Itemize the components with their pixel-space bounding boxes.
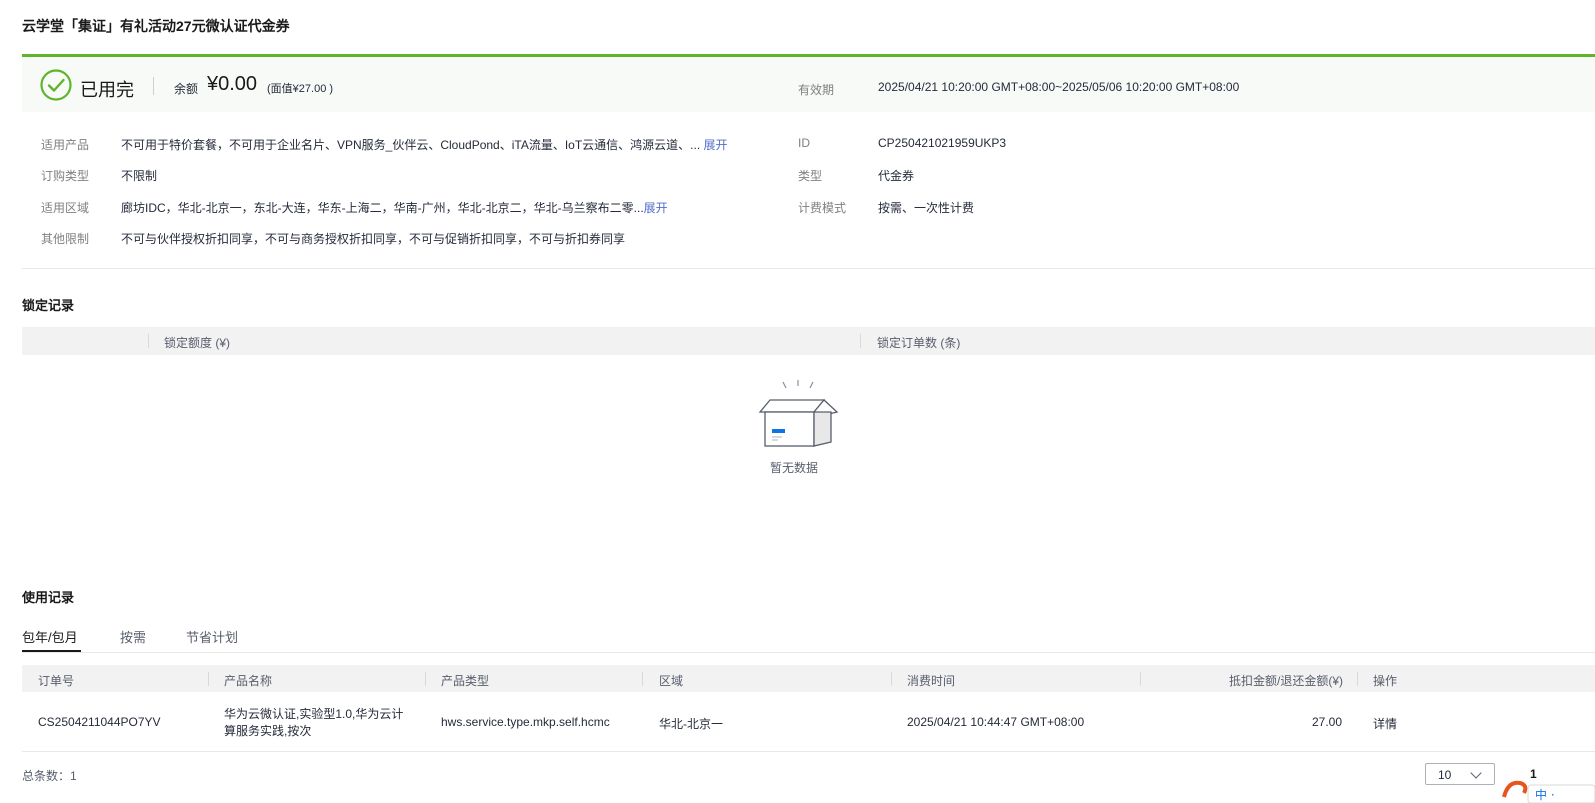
column-separator [208, 672, 209, 686]
column-header-order-id: 订单号 [38, 674, 75, 688]
column-separator [1357, 672, 1358, 686]
product-name-cell: 华为云微认证,实验型1.0,华为云计 算服务实践,按次 [224, 707, 404, 738]
id-value: CP250421021959UKP3 [878, 136, 1007, 150]
expand-region-link[interactable]: 展开 [644, 201, 668, 215]
table-row: CS2504211044PO7YV 华为云微认证,实验型1.0,华为云计 算服务… [22, 692, 1595, 752]
id-label: ID [798, 136, 810, 150]
chevron-down-icon [1470, 767, 1482, 779]
region-value: 廊坊IDC，华北-北京一，东北-大连，华东-上海二，华南-广州，华北-北京二，华… [121, 201, 668, 215]
product-type-cell: hws.service.type.mkp.self.hcmc [441, 715, 610, 729]
lock-table-header: 锁定额度 (¥) 锁定订单数 (条) [22, 327, 1595, 355]
divider [22, 268, 1595, 269]
total-count: 总条数：1 [22, 769, 77, 783]
column-header-lock-count: 锁定订单数 (条) [877, 336, 961, 350]
column-header-action: 操作 [1373, 674, 1398, 688]
region-cell: 华北-北京一 [659, 717, 723, 731]
column-header-product-type: 产品类型 [441, 674, 490, 688]
balance-value: ¥0.00 [207, 73, 258, 95]
billing-label: 计费模式 [798, 201, 847, 215]
empty-text: 暂无数据 [770, 461, 819, 475]
column-header-region: 区域 [659, 674, 684, 688]
usage-records-title: 使用记录 [22, 590, 75, 605]
expand-products-link[interactable]: 展开 [704, 138, 728, 152]
applicable-products-value: 不可用于特价套餐，不可用于企业名片、VPN服务_伙伴云、CloudPond、iT… [121, 138, 728, 152]
page-size-select[interactable]: 10 [1425, 763, 1495, 785]
column-separator [891, 672, 892, 686]
validity-value: 2025/04/21 10:20:00 GMT+08:00~2025/05/06… [878, 80, 1240, 94]
time-cell: 2025/04/21 10:44:47 GMT+08:00 [907, 715, 1085, 729]
svg-text:中 ·: 中 · [1535, 787, 1555, 802]
column-separator [1140, 672, 1141, 686]
page-title: 云学堂「集证」有礼活动27元微认证代金券 [22, 18, 290, 34]
face-value: (面值¥27.00 ) [267, 83, 334, 95]
tab-on-demand[interactable]: 按需 [120, 627, 146, 646]
other-limit-label: 其他限制 [41, 232, 90, 246]
applicable-products-label: 适用产品 [41, 138, 90, 152]
other-limit-value: 不可与伙伴授权折扣同享，不可与商务授权折扣同享，不可与促销折扣同享，不可与折扣券… [121, 232, 626, 246]
column-separator [148, 334, 149, 348]
lock-records-title: 锁定记录 [22, 298, 75, 313]
tab-yearly-monthly[interactable]: 包年/包月 [22, 627, 78, 646]
column-header-amount: 抵扣金额/退还金额(¥) [1229, 674, 1344, 688]
usage-table-header: 订单号 产品名称 产品类型 区域 消费时间 抵扣金额/退还金额(¥) 操作 [22, 665, 1595, 692]
column-header-lock-amount: 锁定额度 (¥) [164, 336, 231, 350]
type-label: 类型 [798, 169, 823, 183]
tab-bar-line [22, 652, 1595, 653]
amount-cell: 27.00 [1312, 715, 1343, 729]
order-type-value: 不限制 [121, 169, 158, 183]
column-header-time: 消费时间 [907, 674, 956, 688]
balance-label: 余额 [174, 82, 199, 96]
column-separator [860, 334, 861, 348]
status-panel: 已用完 余额 ¥0.00 (面值¥27.00 ) 有效期 2025/04/21 … [22, 54, 1595, 112]
status-text: 已用完 [80, 80, 134, 100]
floating-assistant-icon[interactable]: 中 · [1502, 771, 1595, 803]
empty-box-icon [758, 380, 839, 447]
tab-savings-plan[interactable]: 节省计划 [186, 627, 238, 646]
check-circle-icon [40, 69, 72, 101]
order-id-cell: CS2504211044PO7YV [38, 715, 161, 729]
validity-label: 有效期 [798, 83, 835, 97]
column-header-product-name: 产品名称 [224, 674, 273, 688]
active-tab-indicator [22, 650, 81, 652]
region-label: 适用区域 [41, 201, 90, 215]
detail-link[interactable]: 详情 [1373, 715, 1397, 732]
type-value: 代金券 [878, 169, 915, 183]
column-separator [425, 672, 426, 686]
column-separator [642, 672, 643, 686]
billing-value: 按需、一次性计费 [878, 201, 975, 215]
page-size-value: 10 [1438, 768, 1452, 782]
order-type-label: 订购类型 [41, 169, 90, 183]
divider [153, 77, 154, 95]
